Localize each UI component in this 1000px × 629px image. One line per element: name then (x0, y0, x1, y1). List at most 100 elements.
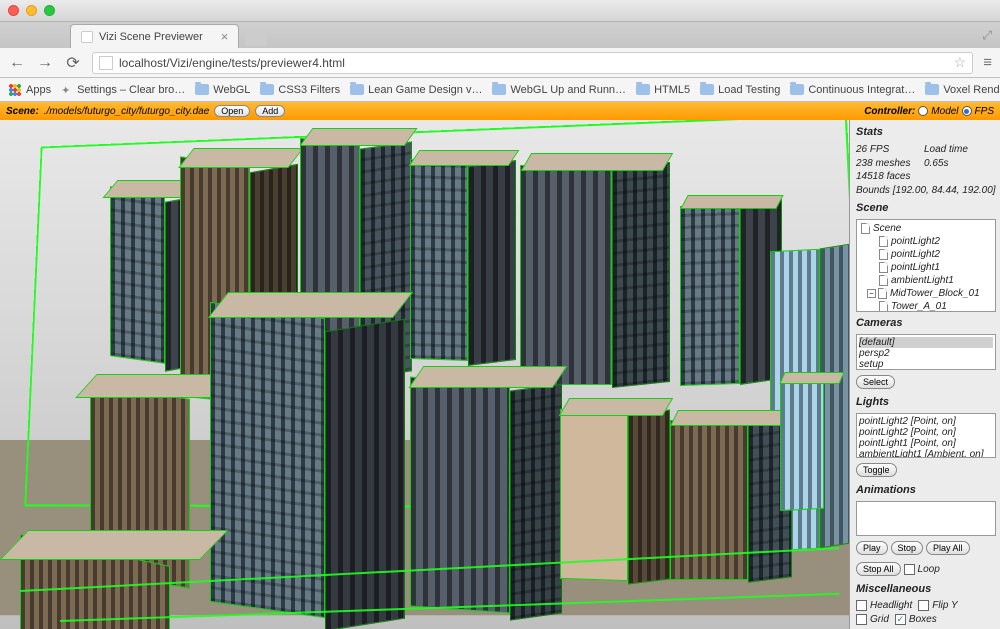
stats-bounds: Bounds [192.00, 84.44, 192.00] (856, 184, 996, 198)
camera-item[interactable]: persp2 (859, 348, 993, 359)
light-item[interactable]: pointLight2 [Point, on] (859, 416, 993, 427)
light-item[interactable]: ambientLight1 [Ambient, on] (859, 449, 993, 458)
flipy-checkbox[interactable]: Flip Y (918, 600, 957, 611)
bookmark-webglup[interactable]: WebGL Up and Runn… (492, 84, 626, 96)
controller-fps-radio[interactable] (962, 106, 972, 116)
stats-faces: 14518 faces (856, 170, 996, 184)
back-button[interactable]: ← (8, 54, 26, 72)
stats-loadtime-label: Load time (924, 143, 968, 157)
apps-icon (8, 83, 22, 97)
boxes-checkbox[interactable]: ✓Boxes (895, 614, 937, 625)
tab-title: Vizi Scene Previewer (99, 31, 203, 43)
address-bar[interactable]: localhost/Vizi/engine/tests/previewer4.h… (92, 52, 973, 74)
controller-model-label: Model (931, 106, 958, 117)
fullscreen-icon[interactable]: ⤢ (982, 28, 992, 43)
camera-item[interactable]: setup (859, 359, 993, 370)
scene-label: Scene: (6, 106, 39, 117)
document-icon (879, 249, 888, 260)
bookmark-html5[interactable]: HTML5 (636, 84, 690, 96)
lights-list[interactable]: pointLight2 [Point, on] pointLight2 [Poi… (856, 413, 996, 458)
stopall-button[interactable]: Stop All (856, 562, 901, 576)
headlight-checkbox[interactable]: Headlight (856, 600, 912, 611)
bookmark-load[interactable]: Load Testing (700, 84, 780, 96)
loop-checkbox[interactable]: Loop (904, 562, 940, 576)
tree-node[interactable]: pointLight2 (859, 248, 993, 261)
light-item[interactable]: pointLight2 [Point, on] (859, 427, 993, 438)
close-window-icon[interactable] (8, 5, 19, 16)
add-button[interactable]: Add (255, 105, 285, 117)
scene-path: ./models/futurgo_city/futurgo_city.dae (44, 106, 209, 117)
folder-icon (492, 84, 506, 95)
camera-item[interactable]: [default] (859, 337, 993, 348)
browser-menu-icon[interactable]: ≡ (983, 54, 992, 71)
browser-toolbar: ← → ⟳ localhost/Vizi/engine/tests/previe… (0, 48, 1000, 78)
controller-fps-label: FPS (975, 106, 994, 117)
url-text: localhost/Vizi/engine/tests/previewer4.h… (119, 56, 345, 70)
folder-icon (700, 84, 714, 95)
browser-tab[interactable]: Vizi Scene Previewer × (70, 24, 239, 48)
tree-node[interactable]: pointLight2 (859, 235, 993, 248)
folder-icon (636, 84, 650, 95)
document-icon (879, 236, 888, 247)
play-button[interactable]: Play (856, 541, 888, 555)
collapse-icon[interactable]: − (867, 289, 876, 298)
zoom-window-icon[interactable] (44, 5, 55, 16)
cameras-list[interactable]: [default] persp2 setup (856, 334, 996, 371)
folder-icon (790, 84, 804, 95)
checkbox-icon (904, 564, 915, 575)
select-camera-button[interactable]: Select (856, 375, 895, 389)
bookmark-ci[interactable]: Continuous Integrat… (790, 84, 915, 96)
stop-button[interactable]: Stop (891, 541, 924, 555)
animations-list[interactable] (856, 501, 996, 536)
tree-node[interactable]: Tower_A_01 (859, 300, 993, 312)
document-icon (879, 301, 888, 312)
open-button[interactable]: Open (214, 105, 250, 117)
reload-button[interactable]: ⟳ (64, 53, 82, 73)
scene-toolbar: Scene: ./models/futurgo_city/futurgo_cit… (0, 102, 1000, 120)
favicon-icon (81, 31, 93, 43)
tree-node[interactable]: −MidTower_Block_01 (859, 287, 993, 300)
scene-heading: Scene (856, 202, 996, 214)
bookmark-voxel[interactable]: Voxel Rendering (925, 84, 1000, 96)
stats-fps: 26 FPS (856, 143, 924, 157)
bookmark-star-icon[interactable]: ☆ (954, 54, 967, 71)
folder-icon (925, 84, 939, 95)
new-tab-button[interactable] (245, 30, 267, 46)
stats-block: 26 FPSLoad time 238 meshes0.65s 14518 fa… (856, 143, 996, 197)
minimize-window-icon[interactable] (26, 5, 37, 16)
forward-button[interactable]: → (36, 54, 54, 72)
document-icon (879, 275, 888, 286)
playall-button[interactable]: Play All (926, 541, 970, 555)
bookmark-settings[interactable]: ✦Settings – Clear bro… (61, 84, 185, 96)
bookmark-lean[interactable]: Lean Game Design v… (350, 84, 482, 96)
page-icon (99, 56, 113, 70)
stats-meshes: 238 meshes (856, 157, 924, 171)
controller-label: Controller: (864, 106, 915, 117)
controller-model-radio[interactable] (918, 106, 928, 116)
bookmark-apps[interactable]: Apps (8, 83, 51, 97)
lights-heading: Lights (856, 396, 996, 408)
checkbox-icon (856, 600, 867, 611)
cameras-heading: Cameras (856, 317, 996, 329)
scene-tree[interactable]: Scene pointLight2 pointLight2 pointLight… (856, 219, 996, 312)
document-icon (878, 288, 887, 299)
toggle-light-button[interactable]: Toggle (856, 463, 897, 477)
tree-node[interactable]: Scene (859, 222, 993, 235)
misc-heading: Miscellaneous (856, 583, 996, 595)
main-content: Stats 26 FPSLoad time 238 meshes0.65s 14… (0, 120, 1000, 629)
tree-node[interactable]: ambientLight1 (859, 274, 993, 287)
checkbox-icon (856, 614, 867, 625)
folder-icon (350, 84, 364, 95)
tree-node[interactable]: pointLight1 (859, 261, 993, 274)
bookmark-css3[interactable]: CSS3 Filters (260, 84, 340, 96)
stats-loadtime: 0.65s (924, 157, 948, 171)
stats-heading: Stats (856, 126, 996, 138)
bookmark-webgl[interactable]: WebGL (195, 84, 250, 96)
tab-close-icon[interactable]: × (221, 29, 229, 44)
grid-checkbox[interactable]: Grid (856, 614, 889, 625)
inspector-panel: Stats 26 FPSLoad time 238 meshes0.65s 14… (850, 120, 1000, 629)
viewport-3d[interactable] (0, 120, 850, 629)
light-item[interactable]: pointLight1 [Point, on] (859, 438, 993, 449)
mac-titlebar (0, 0, 1000, 22)
checkbox-icon (918, 600, 929, 611)
